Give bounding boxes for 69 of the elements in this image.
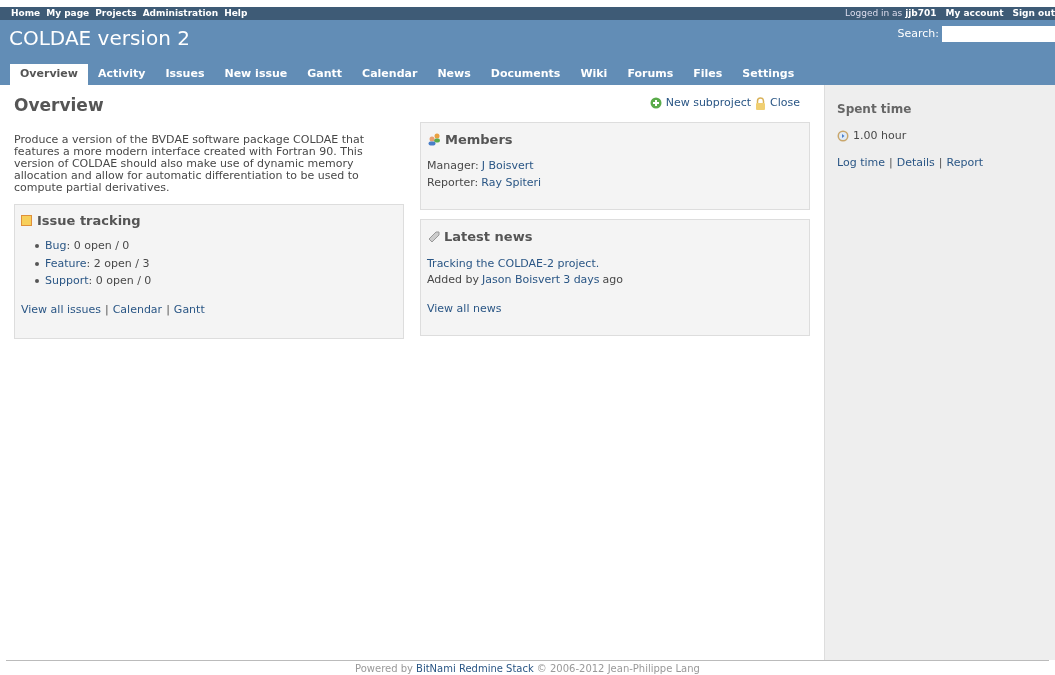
users-icon (427, 132, 442, 147)
tab[interactable]: Overview (10, 64, 88, 85)
tracker-icon (21, 214, 32, 226)
member-role: Manager: (427, 158, 479, 174)
tab[interactable]: Wiki (570, 64, 618, 85)
tab[interactable]: Gantt (297, 64, 353, 85)
news-meta-text: ago (602, 272, 624, 288)
page-heading: Overview (14, 94, 104, 117)
news-age-link[interactable]: 3 days (563, 272, 600, 289)
separator: | (104, 301, 109, 318)
tracker-count: : 0 open / 0 (66, 238, 130, 254)
bullet-icon (35, 244, 39, 249)
member-link[interactable]: J Boisvert (481, 158, 534, 175)
issue-link[interactable]: Calendar (112, 301, 163, 318)
action-link[interactable]: New subproject (649, 95, 752, 112)
footer-text: Powered by (355, 663, 414, 675)
time-link[interactable]: Report (946, 154, 984, 171)
bullet-icon (35, 261, 39, 266)
top-menu-link[interactable]: My page (46, 6, 90, 21)
tab[interactable]: News (427, 64, 481, 85)
tracker-link[interactable]: Bug (45, 238, 67, 255)
tracker-link[interactable]: Feature (45, 255, 87, 272)
tab[interactable]: Documents (480, 64, 571, 85)
tab[interactable]: Issues (155, 64, 215, 85)
tab[interactable]: Activity (88, 64, 156, 85)
panel-heading: Members (445, 130, 513, 149)
lock-icon (755, 96, 767, 110)
time-link[interactable]: Log time (837, 154, 885, 171)
spent-hours: 1.00 hour (853, 128, 907, 144)
tab[interactable]: Settings (732, 64, 805, 85)
time-link[interactable]: Details (896, 154, 935, 171)
top-menu-link[interactable]: Help (224, 6, 248, 21)
news-meta-text: Added by (427, 272, 480, 288)
panel-heading: Latest news (444, 228, 533, 246)
view-all-news-link[interactable]: View all news (427, 300, 803, 317)
action-link[interactable]: Close (755, 95, 800, 112)
issue-link[interactable]: Gantt (173, 301, 205, 318)
tab[interactable]: Files (683, 64, 733, 85)
separator: | (938, 154, 943, 171)
plus-icon (649, 97, 662, 110)
search-field[interactable] (942, 26, 1055, 43)
tab[interactable]: New issue (214, 64, 298, 85)
tag-icon (427, 229, 441, 244)
project-title: COLDAE version 2 (9, 25, 190, 51)
account-link[interactable]: Sign out (1012, 6, 1055, 21)
search-label: Search: (897, 26, 939, 42)
logged-in-text: Logged in as jjb701 (845, 6, 937, 20)
top-menu-link[interactable]: Home (11, 6, 41, 21)
member-role: Reporter: (427, 174, 479, 191)
author-link[interactable]: Jason Boisvert (482, 272, 561, 289)
tracker-count: : 2 open / 3 (86, 255, 150, 272)
bullet-icon (35, 279, 39, 284)
account-link[interactable]: My account (945, 6, 1004, 21)
project-description: Produce a version of the BVDAE software package COLDAE that features a more modern interface created with Fortran 90. This version of COLDAE should also make use of dynamic memory allocation and allow for automatic differentiation to be used to compute partial derivatives. (14, 133, 366, 194)
member-link[interactable]: Ray Spiteri (481, 174, 542, 191)
top-menu-link[interactable]: Administration (142, 6, 219, 21)
footer-link[interactable]: BitNami Redmine Stack (416, 663, 534, 675)
separator: | (889, 154, 893, 171)
issue-link[interactable]: View all issues (21, 301, 101, 318)
footer-text: © 2006-2012 Jean-Philippe Lang (536, 663, 700, 675)
panel-heading: Issue tracking (37, 211, 141, 230)
tab[interactable]: Calendar (352, 64, 428, 85)
tab[interactable]: Forums (617, 64, 684, 85)
sidebar-heading: Spent time (837, 101, 913, 118)
news-title-link[interactable]: Tracking the COLDAE-2 project. (427, 255, 803, 272)
separator: | (166, 301, 170, 318)
clock-icon (837, 130, 849, 143)
top-menu-link[interactable]: Projects (95, 6, 137, 21)
tracker-count: : 0 open / 0 (88, 273, 152, 289)
